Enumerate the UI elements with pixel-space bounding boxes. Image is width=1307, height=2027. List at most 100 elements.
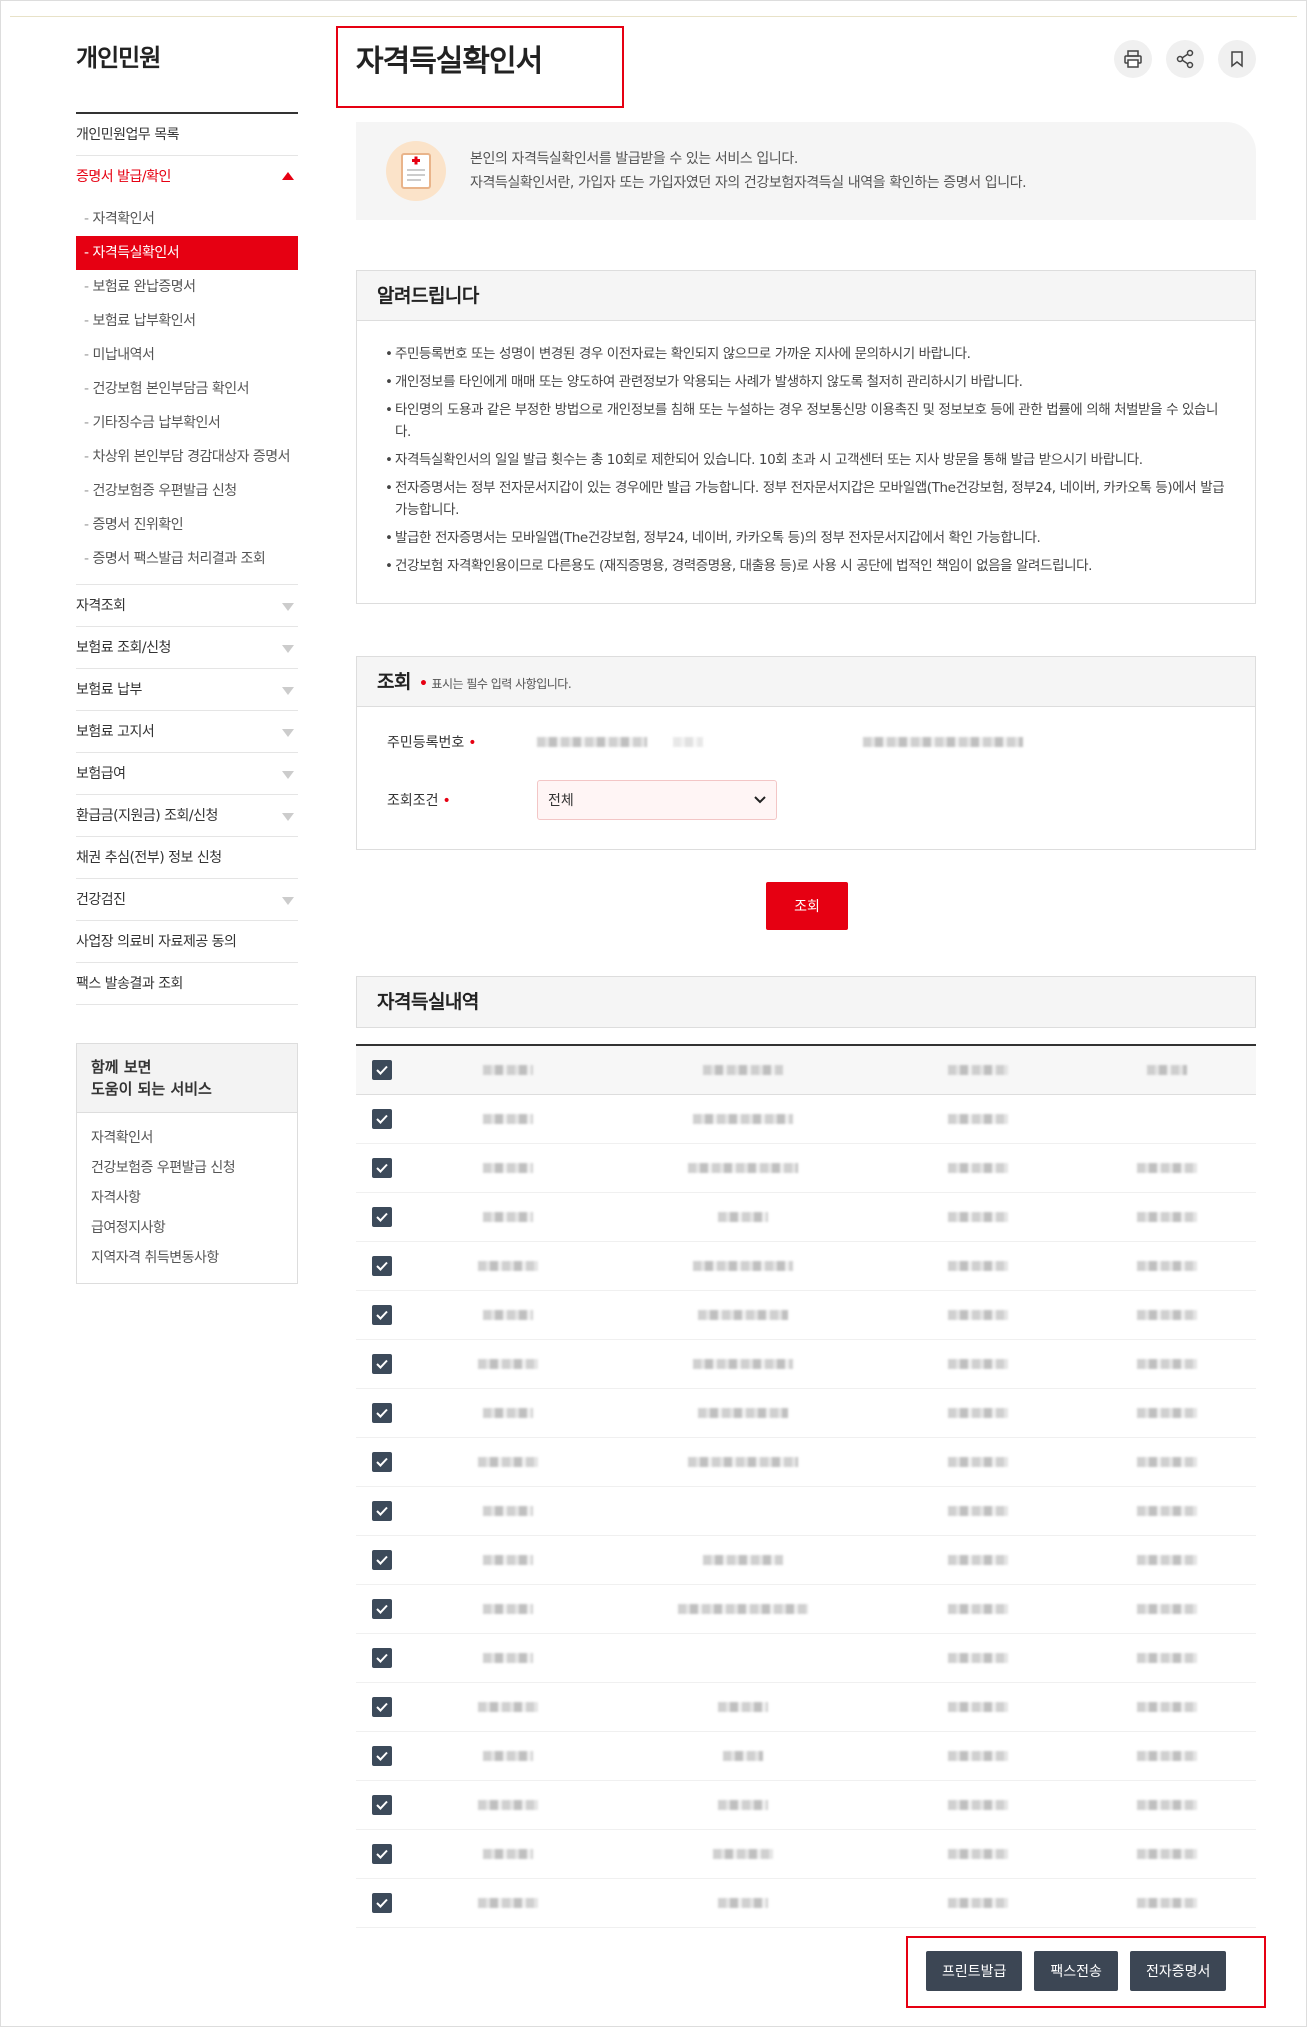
sidebar-sub-item-5[interactable]: 건강보험 본인부담금 확인서 [76,372,298,406]
search-button[interactable]: 조회 [766,882,848,930]
e-certificate-button[interactable]: 전자증명서 [1129,1951,1227,1991]
table-header-row [356,1046,1256,1095]
row-checkbox[interactable] [372,1501,392,1521]
row-checkbox[interactable] [372,1060,392,1080]
table-cell-masked [878,1114,1078,1124]
share-icon [1176,49,1194,69]
masked-value [1137,1604,1197,1614]
sidebar-sub-item-1[interactable]: 자격득실확인서 [76,236,298,270]
notice-item: 개인정보를 타인에게 매매 또는 양도하여 관련정보가 악용되는 사례가 발생하… [385,371,1225,393]
row-checkbox[interactable] [372,1109,392,1129]
table-cell-masked [1078,1310,1256,1320]
sidebar-item-bottom-3[interactable]: 보험료 고지서 [76,711,298,753]
sidebar-item-0[interactable]: 개인민원업무 목록 [76,114,298,156]
row-checkbox-cell [356,1550,408,1570]
related-link-4[interactable]: 지역자격 취득변동사항 [91,1243,283,1273]
sidebar-item-bottom-6[interactable]: 채권 추심(전부) 정보 신청 [76,837,298,879]
masked-value [1137,1408,1197,1418]
sidebar-item-bottom-4[interactable]: 보험급여 [76,753,298,795]
row-checkbox-cell [356,1501,408,1521]
sidebar-item-label: 자격조회 [76,598,126,614]
row-checkbox[interactable] [372,1648,392,1668]
sidebar-sub-item-0[interactable]: 자격확인서 [76,202,298,236]
table-cell-masked [608,1751,878,1761]
sidebar-sub-item-9[interactable]: 증명서 진위확인 [76,508,298,542]
table-cell-masked [1078,1898,1256,1908]
masked-value [948,1212,1008,1222]
row-checkbox[interactable] [372,1403,392,1423]
masked-value [948,1457,1008,1467]
sidebar-sub-list: 자격확인서자격득실확인서보험료 완납증명서보험료 납부확인서미납내역서건강보험 … [76,198,298,585]
sidebar-sub-item-6[interactable]: 기타징수금 납부확인서 [76,406,298,440]
print-button[interactable] [1114,40,1152,78]
sidebar-item-label: 개인민원업무 목록 [76,127,180,143]
sidebar-item-label: 환급금(지원금) 조회/신청 [76,808,218,824]
action-buttons: 프린트발급 팩스전송 전자증명서 [926,1951,1227,1991]
row-checkbox[interactable] [372,1844,392,1864]
sidebar-item-bottom-1[interactable]: 보험료 조회/신청 [76,627,298,669]
masked-value [1137,1261,1197,1271]
row-checkbox[interactable] [372,1746,392,1766]
resident-number-value-masked [537,737,647,747]
row-checkbox-cell [356,1599,408,1619]
sidebar-sub-item-4[interactable]: 미납내역서 [76,338,298,372]
table-cell-masked [1078,1163,1256,1173]
sidebar-item-bottom-7[interactable]: 건강검진 [76,879,298,921]
checkmark-icon [376,1408,388,1418]
row-checkbox[interactable] [372,1158,392,1178]
row-checkbox[interactable] [372,1599,392,1619]
masked-value [713,1849,773,1859]
bookmark-button[interactable] [1218,40,1256,78]
condition-select-value: 전체 [548,793,574,809]
sidebar-sub-item-7[interactable]: 차상위 본인부담 경감대상자 증명서 [76,440,298,474]
sidebar-item-bottom-5[interactable]: 환급금(지원금) 조회/신청 [76,795,298,837]
sidebar-item-label: 채권 추심(전부) 정보 신청 [76,850,222,866]
table-cell-masked [608,1261,878,1271]
sidebar-sub-item-10[interactable]: 증명서 팩스발급 처리결과 조회 [76,542,298,576]
table-cell-masked [408,1800,608,1810]
masked-value [483,1555,533,1565]
sidebar-item-bottom-8[interactable]: 사업장 의료비 자료제공 동의 [76,921,298,963]
row-checkbox[interactable] [372,1697,392,1717]
row-checkbox[interactable] [372,1893,392,1913]
table-row [356,1585,1256,1634]
condition-select[interactable]: 전체 [537,780,777,820]
search-header: 조회 • 표시는 필수 입력 사항입니다. [357,657,1255,707]
row-checkbox[interactable] [372,1795,392,1815]
row-checkbox[interactable] [372,1207,392,1227]
sidebar-sub-item-2[interactable]: 보험료 완납증명서 [76,270,298,304]
row-checkbox[interactable] [372,1354,392,1374]
sidebar-item-bottom-0[interactable]: 자격조회 [76,585,298,627]
intro-line1: 본인의 자격득실확인서를 발급받을 수 있는 서비스 입니다. [470,151,798,167]
row-checkbox[interactable] [372,1305,392,1325]
print-issue-button[interactable]: 프린트발급 [926,1951,1023,1991]
row-checkbox-cell [356,1893,408,1913]
table-row [356,1879,1256,1928]
fax-send-button[interactable]: 팩스전송 [1034,1951,1118,1991]
notice-body: 주민등록번호 또는 성명이 변경된 경우 이전자료는 확인되지 않으므로 가까운… [357,321,1255,603]
masked-value [948,1163,1008,1173]
row-checkbox[interactable] [372,1550,392,1570]
related-link-3[interactable]: 급여정지사항 [91,1213,283,1243]
masked-value [1137,1457,1197,1467]
sidebar-item-bottom-9[interactable]: 팩스 발송결과 조회 [76,963,298,1005]
sidebar-sub-item-3[interactable]: 보험료 납부확인서 [76,304,298,338]
table-cell-masked [608,1163,878,1173]
table-row [356,1144,1256,1193]
sidebar-sub-item-8[interactable]: 건강보험증 우편발급 신청 [76,474,298,508]
masked-value [483,1212,533,1222]
sidebar-item-bottom-2[interactable]: 보험료 납부 [76,669,298,711]
related-link-0[interactable]: 자격확인서 [91,1123,283,1153]
row-checkbox[interactable] [372,1256,392,1276]
share-button[interactable] [1166,40,1204,78]
row-checkbox[interactable] [372,1452,392,1472]
intro-box: 본인의 자격득실확인서를 발급받을 수 있는 서비스 입니다. 자격득실확인서란… [356,122,1256,220]
related-link-2[interactable]: 자격사항 [91,1183,283,1213]
table-cell-masked [1078,1604,1256,1614]
related-link-1[interactable]: 건강보험증 우편발급 신청 [91,1153,283,1183]
masked-value [478,1261,538,1271]
masked-value [1137,1359,1197,1369]
checkmark-icon [376,1555,388,1565]
table-cell-masked [408,1212,608,1222]
sidebar-group-certificates[interactable]: 증명서 발급/확인 [76,156,298,198]
